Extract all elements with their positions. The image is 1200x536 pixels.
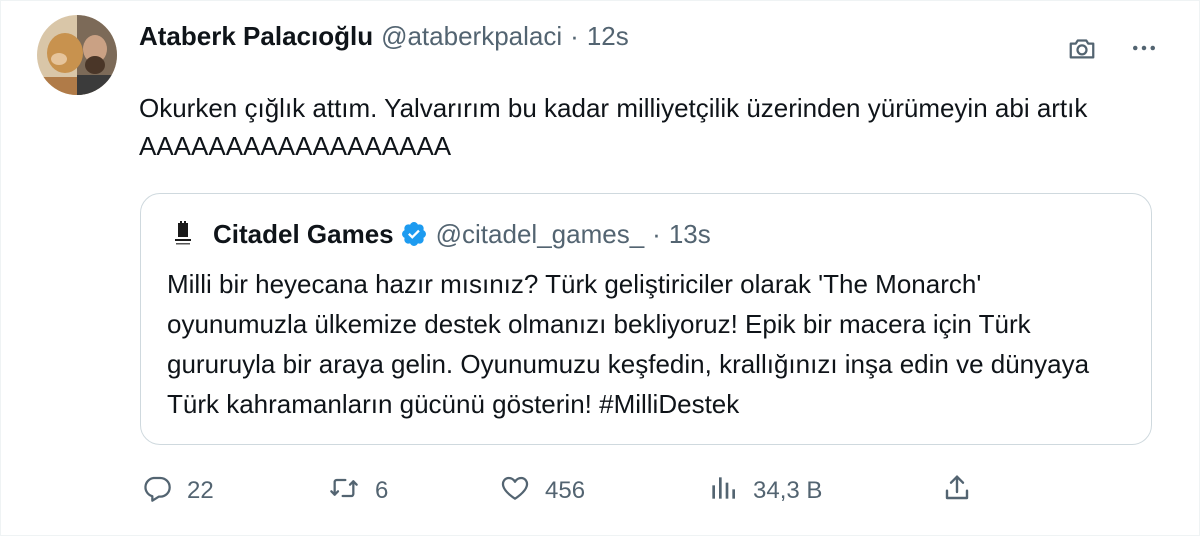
quoted-text: Milli bir heyecana hazır mısınız? Türk g… [167, 269, 1090, 419]
reply-count: 22 [187, 477, 214, 504]
retweet-icon [327, 472, 361, 511]
tweet[interactable]: Ataberk Palacıoğlu @ataberkpalaci · 12s … [0, 0, 1200, 536]
views-button[interactable]: 34,3 B [707, 471, 822, 511]
more-icon[interactable] [1129, 33, 1159, 63]
timestamp[interactable]: 12s [587, 21, 629, 52]
verified-badge-icon [400, 220, 428, 248]
tweet-header: Ataberk Palacıoğlu @ataberkpalaci · 12s [139, 19, 629, 53]
like-count: 456 [545, 477, 586, 504]
views-count: 34,3 B [753, 477, 823, 504]
retweet-count: 6 [375, 477, 389, 504]
top-actions [1067, 33, 1159, 63]
reply-icon [141, 472, 173, 511]
share-icon [941, 472, 973, 511]
author-name[interactable]: Ataberk Palacıoğlu [139, 21, 373, 52]
reply-button[interactable]: 22 [141, 471, 214, 511]
author-handle[interactable]: @ataberkpalaci [381, 21, 562, 52]
separator-dot: · [570, 20, 579, 51]
like-icon [499, 472, 531, 511]
like-button[interactable]: 456 [499, 471, 585, 511]
quoted-timestamp[interactable]: 13s [669, 219, 711, 250]
tweet-text: Okurken çığlık attım. Yalvarırım bu kada… [139, 93, 1088, 161]
views-icon [707, 472, 739, 511]
quoted-separator-dot: · [652, 218, 661, 249]
avatar[interactable] [37, 15, 117, 95]
retweet-button[interactable]: 6 [327, 471, 388, 511]
quoted-avatar[interactable] [167, 218, 199, 250]
action-bar: 22 6 456 34,3 B [141, 471, 981, 511]
quoted-tweet[interactable]: Citadel Games @citadel_games_ · 13s Mill… [140, 193, 1152, 445]
quoted-header: Citadel Games @citadel_games_ · 13s [213, 216, 711, 252]
quoted-author-name[interactable]: Citadel Games [213, 219, 394, 250]
camera-icon[interactable] [1067, 33, 1097, 63]
quoted-author-handle[interactable]: @citadel_games_ [436, 219, 645, 250]
share-button[interactable] [941, 471, 973, 511]
